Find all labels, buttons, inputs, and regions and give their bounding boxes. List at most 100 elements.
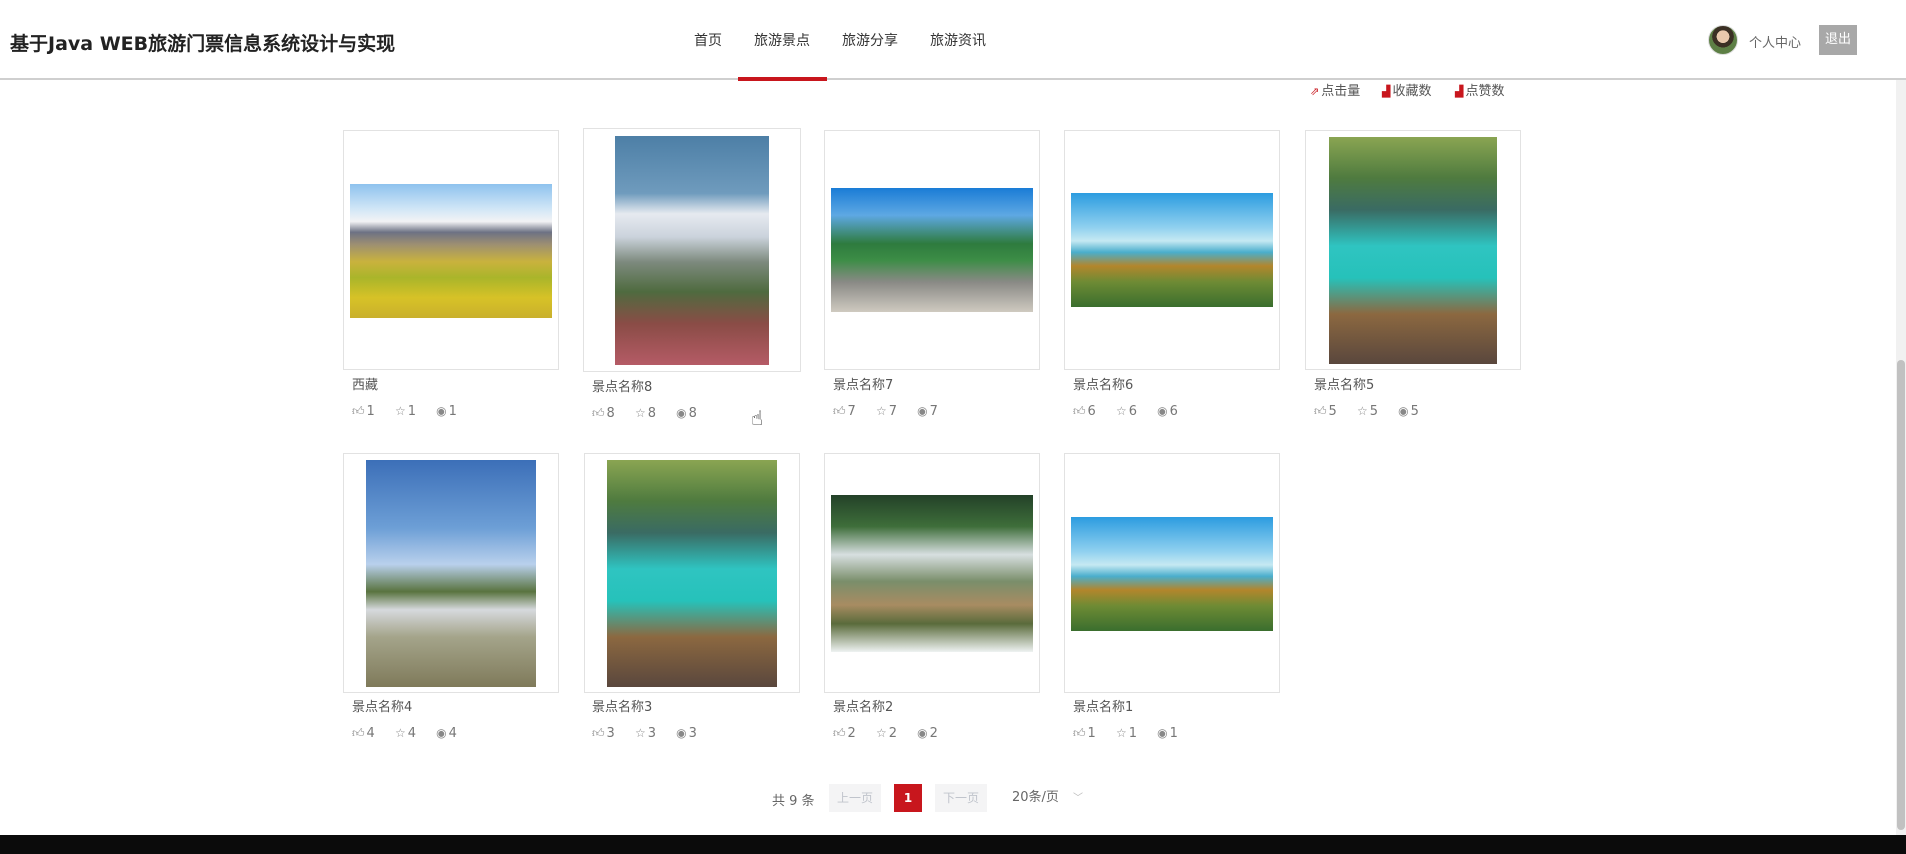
spot-stats: 👍︎ 4 ☆ 4 ◉ 4 xyxy=(352,726,473,741)
nav-travel-news[interactable]: 旅游资讯 xyxy=(930,30,986,50)
like-count: 1 xyxy=(1087,726,1096,741)
page-number-current[interactable]: 1 xyxy=(894,784,922,812)
like-stat[interactable]: 👍︎ 7 xyxy=(833,404,856,419)
user-center-link[interactable]: 个人中心 xyxy=(1749,32,1801,51)
favorite-stat[interactable]: ☆ 8 xyxy=(635,406,656,421)
page-size-select[interactable]: 20条/页 ﹀ xyxy=(1012,784,1090,812)
spot-image[interactable] xyxy=(607,460,777,687)
spot-card[interactable] xyxy=(1305,130,1521,370)
star-icon: ☆ xyxy=(394,404,406,418)
spot-card[interactable] xyxy=(824,453,1040,693)
favorite-stat[interactable]: ☆ 6 xyxy=(1116,404,1137,419)
favorite-stat[interactable]: ☆ 1 xyxy=(1116,726,1137,741)
page-scrollbar[interactable] xyxy=(1896,80,1906,835)
like-stat[interactable]: 👍︎ 2 xyxy=(833,726,856,741)
spot-card[interactable] xyxy=(583,128,801,372)
eye-icon: ◉ xyxy=(917,726,928,740)
favorite-stat[interactable]: ☆ 4 xyxy=(395,726,416,741)
like-stat[interactable]: 👍︎ 5 xyxy=(1314,404,1337,419)
view-count: 5 xyxy=(1410,404,1419,419)
spot-card[interactable] xyxy=(343,130,559,370)
next-page-button[interactable]: 下一页 xyxy=(935,784,987,812)
spot-name[interactable]: 景点名称1 xyxy=(1073,696,1133,715)
favorite-stat[interactable]: ☆ 2 xyxy=(876,726,897,741)
thumbs-up-icon: 👍︎ xyxy=(592,726,605,740)
logout-button[interactable]: 退出 xyxy=(1819,25,1857,55)
sort-label: 收藏数 xyxy=(1392,84,1432,99)
eye-icon: ◉ xyxy=(676,406,687,420)
favorite-count: 2 xyxy=(888,726,898,741)
spot-card[interactable] xyxy=(824,130,1040,370)
view-stat: ◉ 1 xyxy=(1157,726,1178,741)
like-stat[interactable]: 👍︎ 1 xyxy=(1073,726,1096,741)
pagination-total: 共 9 条 xyxy=(772,794,815,809)
active-nav-indicator xyxy=(738,77,827,81)
chevron-down-icon: ﹀ xyxy=(1072,793,1083,804)
like-count: 5 xyxy=(1328,404,1337,419)
like-stat[interactable]: 👍︎ 1 xyxy=(352,404,375,419)
spot-name[interactable]: 景点名称5 xyxy=(1314,374,1374,393)
eye-icon: ◉ xyxy=(1398,404,1409,418)
spot-card[interactable] xyxy=(1064,130,1280,370)
spot-name[interactable]: 景点名称2 xyxy=(833,696,893,715)
spot-image[interactable] xyxy=(350,184,552,318)
spot-name[interactable]: 西藏 xyxy=(352,374,378,393)
user-avatar[interactable] xyxy=(1708,25,1738,55)
view-stat: ◉ 4 xyxy=(436,726,457,741)
star-icon: ☆ xyxy=(1115,404,1127,418)
sort-by-likes[interactable]: ▟ 点赞数 xyxy=(1455,80,1504,99)
favorite-count: 4 xyxy=(407,726,417,741)
favorite-count: 7 xyxy=(888,404,898,419)
thumbs-up-icon: 👍︎ xyxy=(833,404,846,418)
spot-card[interactable] xyxy=(343,453,559,693)
spot-name[interactable]: 景点名称8 xyxy=(592,376,652,395)
spot-image[interactable] xyxy=(831,495,1033,652)
star-icon: ☆ xyxy=(634,406,646,420)
spot-image[interactable] xyxy=(1329,137,1497,364)
like-stat[interactable]: 👍︎ 4 xyxy=(352,726,375,741)
spot-name[interactable]: 景点名称3 xyxy=(592,696,652,715)
spot-image[interactable] xyxy=(831,188,1033,312)
like-stat[interactable]: 👍︎ 3 xyxy=(592,726,615,741)
thumbs-up-icon: 👍︎ xyxy=(1314,404,1327,418)
sort-by-clicks[interactable]: ⇗ 点击量 xyxy=(1310,80,1360,99)
like-count: 8 xyxy=(606,406,615,421)
spot-image[interactable] xyxy=(366,460,536,687)
like-stat[interactable]: 👍︎ 6 xyxy=(1073,404,1096,419)
spot-name[interactable]: 景点名称7 xyxy=(833,374,893,393)
spot-name[interactable]: 景点名称6 xyxy=(1073,374,1133,393)
like-count: 7 xyxy=(847,404,856,419)
spot-stats: 👍︎ 8 ☆ 8 ◉ 8 xyxy=(592,406,713,421)
star-icon: ☆ xyxy=(1356,404,1368,418)
like-stat[interactable]: 👍︎ 8 xyxy=(592,406,615,421)
spot-stats: 👍︎ 1 ☆ 1 ◉ 1 xyxy=(352,404,473,419)
view-count: 8 xyxy=(688,406,697,421)
favorite-count: 1 xyxy=(407,404,417,419)
spot-image[interactable] xyxy=(1071,193,1273,307)
view-stat: ◉ 8 xyxy=(676,406,697,421)
favorite-stat[interactable]: ☆ 5 xyxy=(1357,404,1378,419)
sort-by-favorites[interactable]: ▟ 收藏数 xyxy=(1382,80,1431,99)
view-count: 4 xyxy=(448,726,457,741)
spot-image[interactable] xyxy=(1071,517,1273,631)
spot-name[interactable]: 景点名称4 xyxy=(352,696,412,715)
star-icon: ☆ xyxy=(634,726,646,740)
nav-travel-share[interactable]: 旅游分享 xyxy=(842,30,898,50)
favorite-stat[interactable]: ☆ 1 xyxy=(395,404,416,419)
view-count: 3 xyxy=(688,726,697,741)
view-count: 1 xyxy=(1169,726,1178,741)
view-count: 1 xyxy=(448,404,457,419)
thumbs-up-icon: 👍︎ xyxy=(1073,404,1086,418)
nav-scenic-spots[interactable]: 旅游景点 xyxy=(754,30,810,50)
spot-image[interactable] xyxy=(615,136,769,365)
favorite-stat[interactable]: ☆ 3 xyxy=(635,726,656,741)
spot-card[interactable] xyxy=(584,453,800,693)
scrollbar-thumb[interactable] xyxy=(1897,360,1905,830)
nav-home[interactable]: 首页 xyxy=(694,30,722,50)
view-stat: ◉ 3 xyxy=(676,726,697,741)
prev-page-button[interactable]: 上一页 xyxy=(829,784,881,812)
favorite-count: 6 xyxy=(1128,404,1138,419)
spot-stats: 👍︎ 5 ☆ 5 ◉ 5 xyxy=(1314,404,1435,419)
favorite-stat[interactable]: ☆ 7 xyxy=(876,404,897,419)
spot-card[interactable] xyxy=(1064,453,1280,693)
